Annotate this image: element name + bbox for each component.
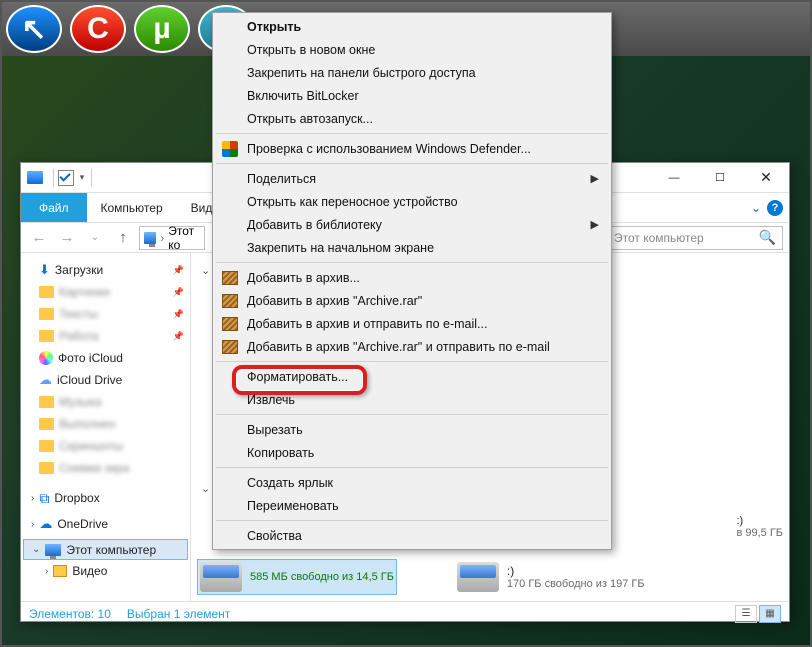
- drive-free-fragment: :) в 99,5 ГБ: [736, 515, 783, 539]
- winrar-icon: [222, 340, 238, 354]
- video-icon: [53, 565, 67, 577]
- taskbar-icon-utorrent[interactable]: µ: [134, 5, 190, 53]
- help-icon[interactable]: ?: [767, 200, 783, 216]
- nav-onedrive[interactable]: ›☁OneDrive: [23, 513, 188, 535]
- drive-free-text: 585 МБ свободно из 14,5 ГБ: [250, 571, 394, 583]
- drive-icon: [457, 562, 499, 592]
- cm-autorun[interactable]: Открыть автозапуск...: [215, 107, 609, 130]
- winrar-icon: [222, 317, 238, 331]
- view-details-button[interactable]: ☰: [735, 605, 757, 623]
- nav-up-button[interactable]: ↑: [111, 226, 135, 250]
- nav-folder[interactable]: Работа📌: [23, 325, 188, 347]
- nav-folder[interactable]: Выполнен: [23, 413, 188, 435]
- cm-defender[interactable]: Проверка с использованием Windows Defend…: [215, 137, 609, 160]
- taskbar-icon-cursor[interactable]: ↖: [6, 5, 62, 53]
- close-button[interactable]: ✕: [743, 163, 789, 193]
- nav-folder[interactable]: Музыка: [23, 391, 188, 413]
- submenu-arrow-icon: ▶: [591, 172, 599, 185]
- cm-winrar-email-named[interactable]: Добавить в архив "Archive.rar" и отправи…: [215, 335, 609, 358]
- cm-cut[interactable]: Вырезать: [215, 418, 609, 441]
- photo-icon: [39, 351, 53, 365]
- cm-open-new-window[interactable]: Открыть в новом окне: [215, 38, 609, 61]
- ribbon-collapse-icon[interactable]: ⌄: [751, 201, 761, 215]
- cm-winrar-add-named[interactable]: Добавить в архив "Archive.rar": [215, 289, 609, 312]
- nav-icloud-drive[interactable]: ☁iCloud Drive: [23, 369, 188, 391]
- nav-folder[interactable]: Снимки экра: [23, 457, 188, 479]
- nav-photo-icloud[interactable]: Фото iCloud: [23, 347, 188, 369]
- context-menu: Открыть Открыть в новом окне Закрепить н…: [212, 12, 612, 550]
- dropbox-icon: ⧉: [39, 490, 49, 507]
- nav-back-button[interactable]: ←: [27, 226, 51, 250]
- winrar-icon: [222, 294, 238, 308]
- highlight-annotation: [232, 365, 367, 395]
- pin-icon: 📌: [173, 265, 184, 276]
- cm-pin-quick-access[interactable]: Закрепить на панели быстрого доступа: [215, 61, 609, 84]
- nav-video[interactable]: ›Видео: [23, 560, 188, 582]
- cm-pin-start[interactable]: Закрепить на начальном экране: [215, 236, 609, 259]
- qa-dropdown-icon[interactable]: ▾: [77, 170, 87, 186]
- cm-share[interactable]: Поделиться▶: [215, 167, 609, 190]
- nav-forward-button[interactable]: →: [55, 226, 79, 250]
- winrar-icon: [222, 271, 238, 285]
- cloud-icon: ☁: [39, 372, 52, 388]
- status-selection: Выбран 1 элемент: [127, 607, 230, 621]
- cm-winrar-add[interactable]: Добавить в архив...: [215, 266, 609, 289]
- address-field[interactable]: › Этот ко: [139, 226, 205, 250]
- drive-free-text: 170 ГБ свободно из 197 ГБ: [507, 578, 645, 590]
- maximize-button[interactable]: ☐: [697, 163, 743, 193]
- onedrive-icon: ☁: [39, 516, 52, 532]
- nav-folder[interactable]: Скриншоты: [23, 435, 188, 457]
- drive-item[interactable]: :) 170 ГБ свободно из 197 ГБ: [457, 559, 645, 595]
- cm-copy[interactable]: Копировать: [215, 441, 609, 464]
- status-item-count: Элементов: 10: [29, 607, 111, 621]
- cm-winrar-email[interactable]: Добавить в архив и отправить по e-mail..…: [215, 312, 609, 335]
- view-tiles-button[interactable]: ▦: [759, 605, 781, 623]
- drive-icon: [200, 562, 242, 592]
- address-text: Этот ко: [168, 224, 200, 252]
- drive-selected[interactable]: 585 МБ свободно из 14,5 ГБ: [197, 559, 397, 595]
- taskbar-icon-ccleaner[interactable]: C: [70, 5, 126, 53]
- submenu-arrow-icon: ▶: [591, 218, 599, 231]
- tab-file[interactable]: Файл: [21, 193, 87, 222]
- nav-history-button[interactable]: ⌄: [83, 226, 107, 250]
- this-pc-icon: [144, 232, 156, 244]
- app-icon: [27, 171, 43, 184]
- search-icon: 🔍: [759, 229, 776, 246]
- cm-properties[interactable]: Свойства: [215, 524, 609, 547]
- cm-portable-device[interactable]: Открыть как переносное устройство: [215, 190, 609, 213]
- minimize-button[interactable]: —: [651, 163, 697, 193]
- nav-downloads[interactable]: ⬇Загрузки📌: [23, 259, 188, 281]
- this-pc-icon: [45, 544, 61, 556]
- defender-icon: [222, 141, 238, 157]
- nav-pane: ⬇Загрузки📌 Картинки📌 Тексты📌 Работа📌 Фот…: [21, 253, 191, 601]
- tab-computer[interactable]: Компьютер: [87, 193, 177, 222]
- drive-free-text: в 99,5 ГБ: [736, 527, 783, 539]
- cm-rename[interactable]: Переименовать: [215, 494, 609, 517]
- qa-checkbox-icon[interactable]: [58, 170, 74, 186]
- cm-create-shortcut[interactable]: Создать ярлык: [215, 471, 609, 494]
- nav-this-pc[interactable]: ⌄Этот компьютер: [23, 539, 188, 560]
- cm-bitlocker[interactable]: Включить BitLocker: [215, 84, 609, 107]
- nav-folder[interactable]: Тексты📌: [23, 303, 188, 325]
- search-input[interactable]: Этот компьютер 🔍: [607, 226, 783, 250]
- nav-folder[interactable]: Картинки📌: [23, 281, 188, 303]
- nav-dropbox[interactable]: ›⧉Dropbox: [23, 487, 188, 509]
- search-placeholder: Этот компьютер: [614, 231, 704, 245]
- cm-add-library[interactable]: Добавить в библиотеку▶: [215, 213, 609, 236]
- cm-open[interactable]: Открыть: [215, 15, 609, 38]
- statusbar: Элементов: 10 Выбран 1 элемент ☰ ▦: [21, 601, 789, 625]
